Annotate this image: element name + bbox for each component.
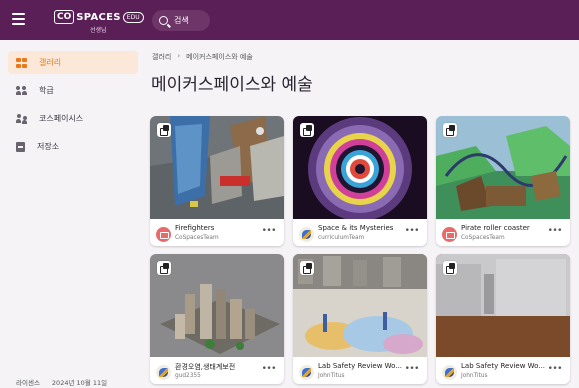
more-options-icon[interactable]: ••• — [262, 365, 277, 374]
search-input[interactable]: 검색 — [152, 10, 210, 31]
project-card-pirate[interactable]: Pirate roller coaster CoSpacesTeam ••• — [436, 116, 570, 246]
menu-icon[interactable] — [12, 13, 25, 25]
card-author: JohnTitus — [318, 373, 345, 379]
remix-copy-icon[interactable] — [157, 123, 171, 137]
avatar — [299, 227, 314, 242]
more-options-icon[interactable]: ••• — [262, 227, 277, 236]
breadcrumb: 갤러리 › 메이커스페이스와 예술 — [152, 52, 253, 62]
card-title: Pirate roller coaster — [461, 224, 530, 232]
project-card-environment[interactable]: 환경오염,생태계보전 gud2355 ••• — [150, 254, 284, 384]
project-card-space[interactable]: Space & its Mysteries curriculumTeam ••• — [293, 116, 427, 246]
project-thumbnail — [436, 254, 570, 357]
cospaces-logo[interactable]: CO SPACES EDU — [54, 10, 144, 24]
project-thumbnail — [293, 116, 427, 219]
project-thumbnail — [150, 254, 284, 357]
card-author: gud2355 — [175, 373, 201, 379]
page-title: 메이커스페이스와 예술 — [151, 75, 313, 95]
sidebar-item-class[interactable]: 학급 — [8, 79, 138, 102]
project-card-firefighters[interactable]: Firefighters CoSpacesTeam ••• — [150, 116, 284, 246]
remix-copy-icon[interactable] — [157, 261, 171, 275]
license-link[interactable]: 라이센스 — [16, 377, 40, 387]
remix-copy-icon[interactable] — [443, 123, 457, 137]
search-placeholder: 검색 — [174, 16, 189, 25]
cospaces-people-icon — [16, 113, 27, 124]
card-title: Space & its Mysteries — [318, 224, 394, 232]
card-title: Firefighters — [175, 224, 215, 232]
breadcrumb-current: 메이커스페이스와 예술 — [186, 53, 253, 61]
project-card-lab-safety-1[interactable]: Lab Safety Review Wo... JohnTitus ••• — [293, 254, 427, 384]
remix-copy-icon[interactable] — [443, 261, 457, 275]
sidebar-footer: 라이센스 2024년 10월 11일 — [16, 377, 107, 387]
avatar — [299, 365, 314, 380]
logo-edu-badge: EDU — [122, 11, 144, 23]
card-author: JohnTitus — [461, 373, 488, 379]
card-title: Lab Safety Review Wo... — [318, 362, 403, 370]
breadcrumb-gallery[interactable]: 갤러리 — [152, 52, 171, 62]
card-author: CoSpacesTeam — [175, 235, 219, 241]
avatar — [442, 227, 457, 242]
project-thumbnail — [150, 116, 284, 219]
logo-subtitle: 선생님 — [90, 27, 107, 34]
logo-text: SPACES — [76, 11, 121, 23]
top-bar: CO SPACES EDU 선생님 검색 — [0, 0, 579, 40]
search-icon — [159, 16, 168, 25]
remix-copy-icon[interactable] — [300, 261, 314, 275]
project-thumbnail — [293, 254, 427, 357]
sidebar-item-label: 저장소 — [37, 142, 60, 151]
gallery-grid-icon — [16, 57, 27, 68]
avatar — [156, 227, 171, 242]
storage-icon — [16, 141, 25, 152]
card-author: curriculumTeam — [318, 235, 365, 241]
avatar — [442, 365, 457, 380]
card-title: Lab Safety Review Wo... — [461, 362, 546, 370]
sidebar-item-label: 갤러리 — [39, 58, 62, 67]
sidebar-item-label: 코스페이시스 — [39, 114, 84, 123]
more-options-icon[interactable]: ••• — [405, 365, 420, 374]
remix-copy-icon[interactable] — [300, 123, 314, 137]
project-thumbnail — [436, 116, 570, 219]
class-people-icon — [15, 85, 27, 96]
avatar — [156, 365, 171, 380]
chevron-right-icon: › — [177, 52, 181, 60]
more-options-icon[interactable]: ••• — [548, 365, 563, 374]
project-card-lab-safety-2[interactable]: Lab Safety Review Wo... JohnTitus ••• — [436, 254, 570, 384]
footer-date: 2024년 10월 11일 — [51, 379, 108, 387]
logo-box: CO — [54, 10, 75, 24]
sidebar-item-cospaces[interactable]: 코스페이시스 — [8, 107, 138, 130]
card-author: CoSpacesTeam — [461, 235, 505, 241]
sidebar-item-label: 학급 — [39, 86, 54, 95]
sidebar: 갤러리 학급 코스페이시스 저장소 라이센스 2024년 10월 11일 — [0, 40, 140, 388]
sidebar-item-gallery[interactable]: 갤러리 — [8, 51, 138, 74]
more-options-icon[interactable]: ••• — [405, 227, 420, 236]
sidebar-item-storage[interactable]: 저장소 — [8, 135, 138, 158]
card-title: 환경오염,생태계보전 — [175, 363, 236, 371]
more-options-icon[interactable]: ••• — [548, 227, 563, 236]
